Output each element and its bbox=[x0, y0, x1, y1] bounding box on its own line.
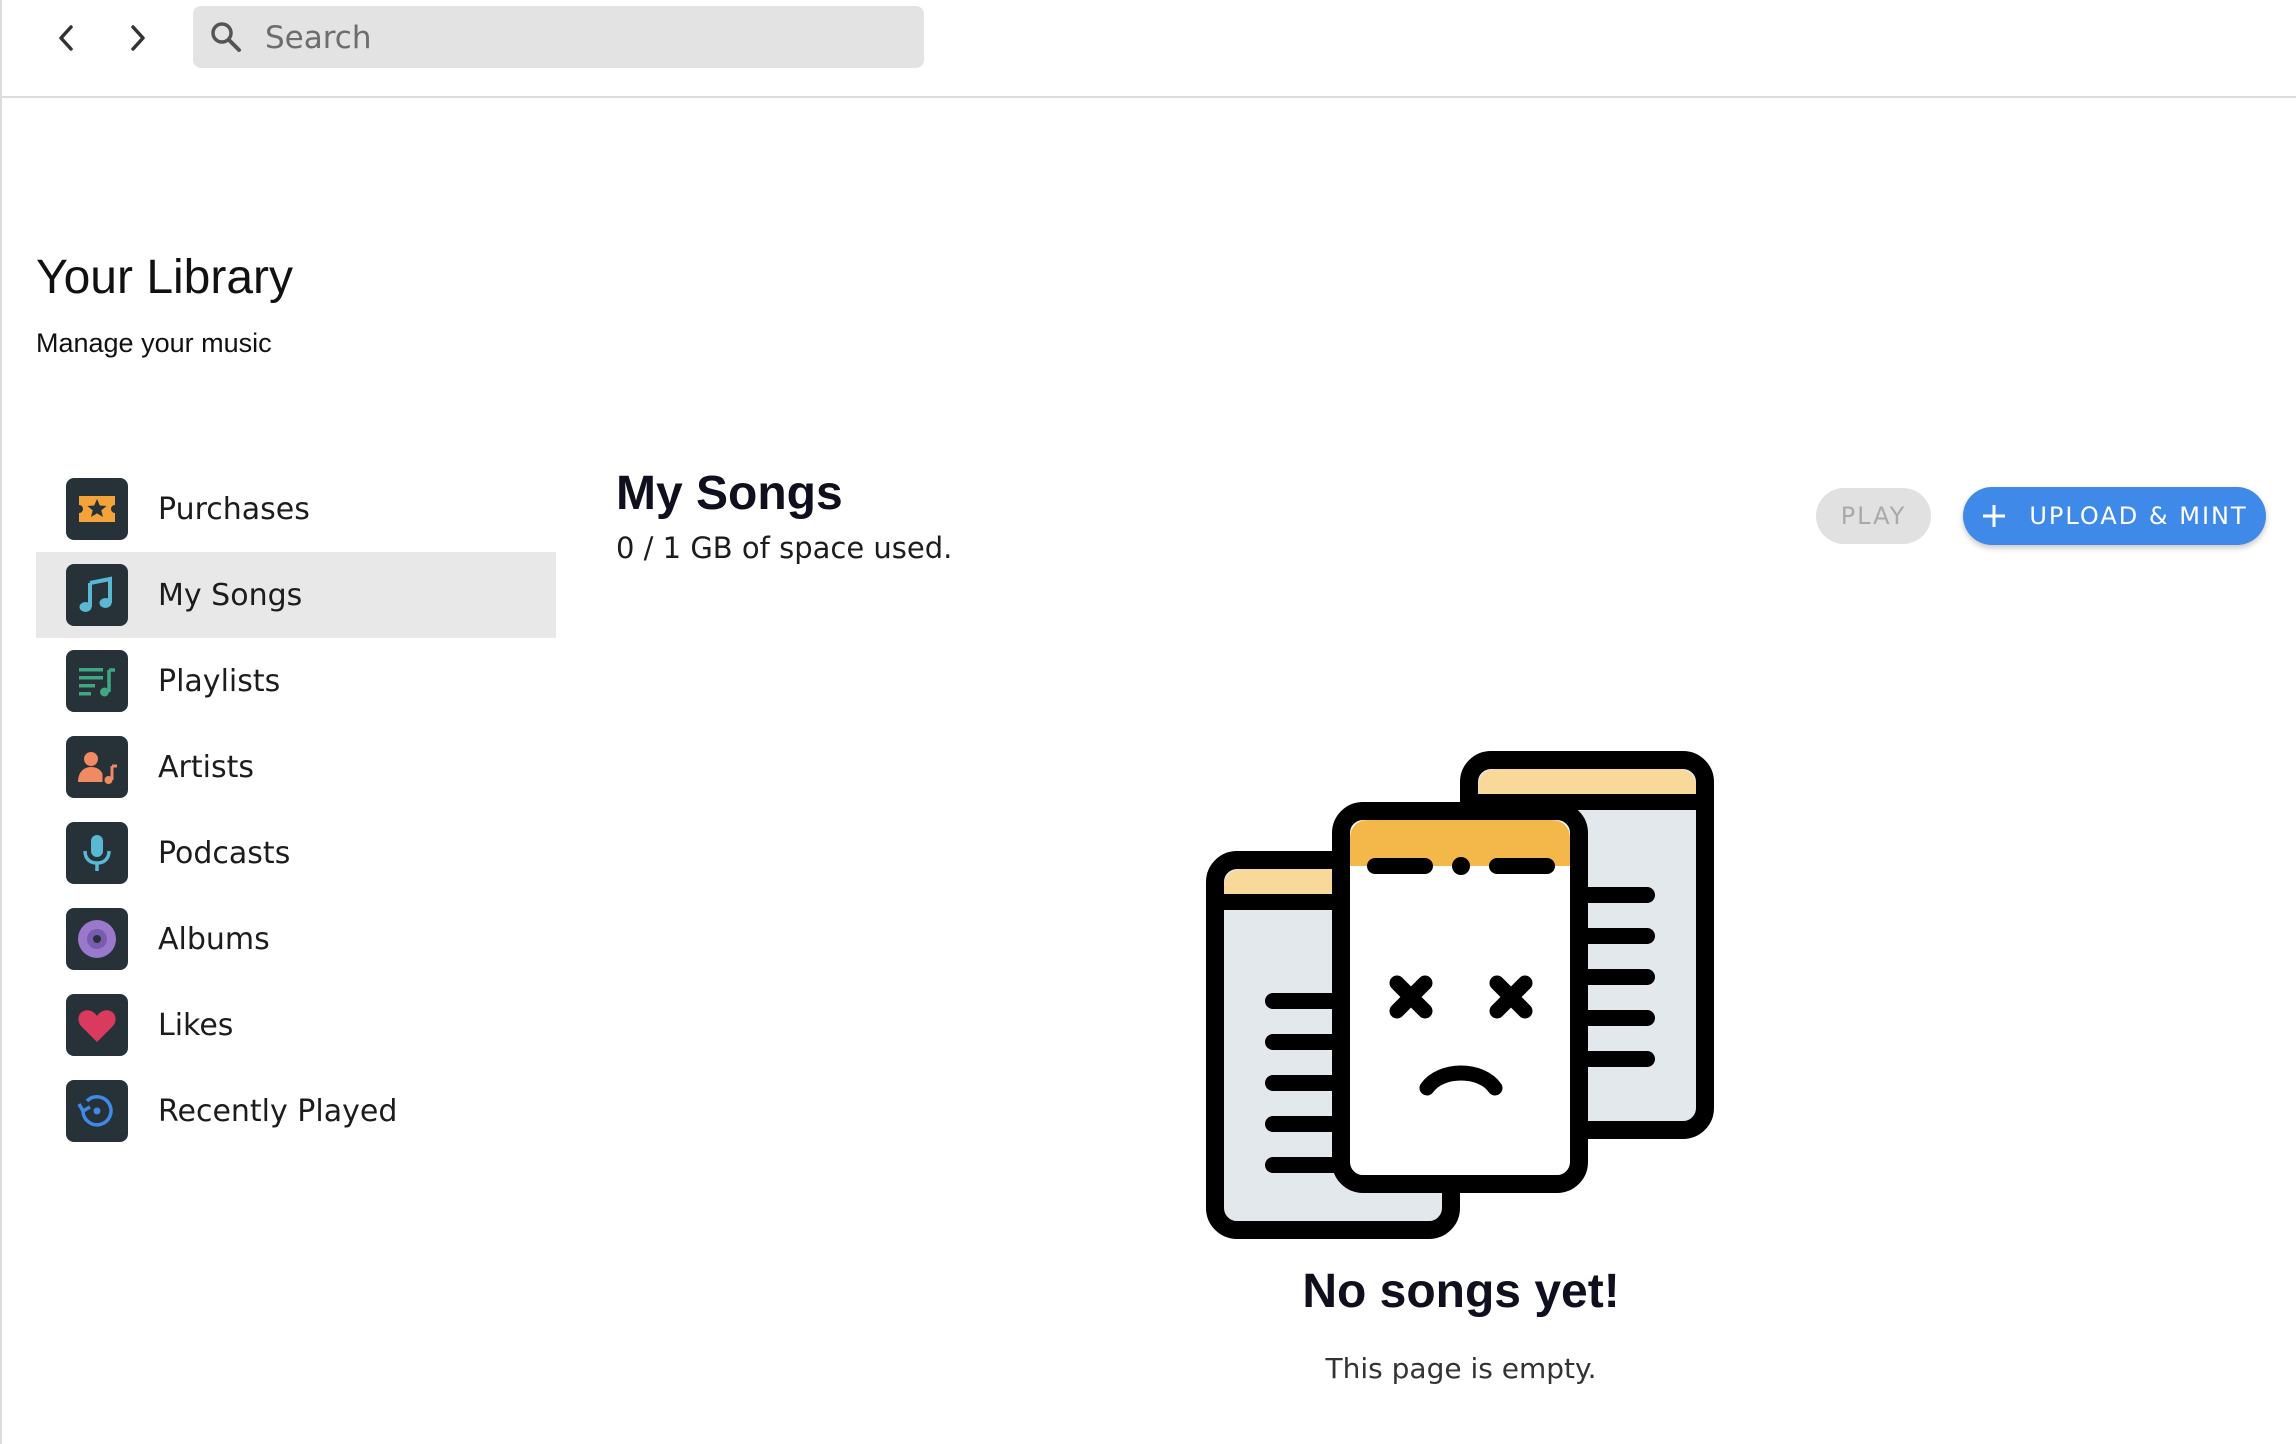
sidebar-item-my-songs[interactable]: My Songs bbox=[36, 552, 556, 638]
sidebar-item-podcasts[interactable]: Podcasts bbox=[36, 810, 556, 896]
search-icon bbox=[211, 22, 241, 52]
plus-icon bbox=[1981, 503, 2007, 529]
search-box bbox=[193, 6, 924, 70]
empty-state-title: No songs yet! bbox=[1302, 1265, 1620, 1318]
search-input[interactable] bbox=[263, 6, 907, 70]
sidebar-item-recently-played[interactable]: Recently Played bbox=[36, 1068, 556, 1154]
sidebar-item-purchases[interactable]: Purchases bbox=[36, 466, 556, 552]
chevron-right-icon bbox=[131, 25, 145, 51]
microphone-icon bbox=[66, 822, 128, 884]
play-button[interactable]: PLAY bbox=[1816, 488, 1931, 544]
sidebar-item-label: Artists bbox=[158, 749, 254, 785]
sidebar-item-label: Recently Played bbox=[158, 1093, 398, 1129]
sidebar-item-playlists[interactable]: Playlists bbox=[36, 638, 556, 724]
left-border bbox=[0, 0, 2, 1444]
history-icon bbox=[66, 1080, 128, 1142]
sidebar-item-albums[interactable]: Albums bbox=[36, 896, 556, 982]
upload-mint-label: UPLOAD & MINT bbox=[2029, 502, 2248, 530]
upload-mint-button[interactable]: UPLOAD & MINT bbox=[1963, 487, 2266, 545]
back-button[interactable] bbox=[42, 14, 90, 62]
ticket-star-icon bbox=[66, 478, 128, 540]
sidebar-item-label: Playlists bbox=[158, 663, 281, 699]
sidebar-item-label: Podcasts bbox=[158, 835, 291, 871]
page-title: My Songs bbox=[616, 467, 843, 520]
library-title: Your Library bbox=[36, 251, 294, 304]
chevron-left-icon bbox=[59, 25, 73, 51]
heart-icon bbox=[66, 994, 128, 1056]
album-disc-icon bbox=[66, 908, 128, 970]
storage-usage: 0 / 1 GB of space used. bbox=[616, 531, 953, 565]
sidebar-item-label: Albums bbox=[158, 921, 270, 957]
sidebar-item-label: My Songs bbox=[158, 577, 303, 613]
sidebar-item-label: Likes bbox=[158, 1007, 234, 1043]
music-note-icon bbox=[66, 564, 128, 626]
playlist-icon bbox=[66, 650, 128, 712]
library-subtitle: Manage your music bbox=[36, 328, 272, 358]
sidebar-item-likes[interactable]: Likes bbox=[36, 982, 556, 1068]
top-bar bbox=[0, 0, 2296, 98]
artist-icon bbox=[66, 736, 128, 798]
empty-documents-illustration bbox=[1206, 751, 1714, 1239]
sidebar-item-label: Purchases bbox=[158, 491, 310, 527]
library-sidebar: Purchases My Songs Playlists Artists Pod… bbox=[36, 466, 556, 1154]
sidebar-item-artists[interactable]: Artists bbox=[36, 724, 556, 810]
forward-button[interactable] bbox=[114, 14, 162, 62]
empty-state-subtitle: This page is empty. bbox=[1325, 1352, 1597, 1385]
